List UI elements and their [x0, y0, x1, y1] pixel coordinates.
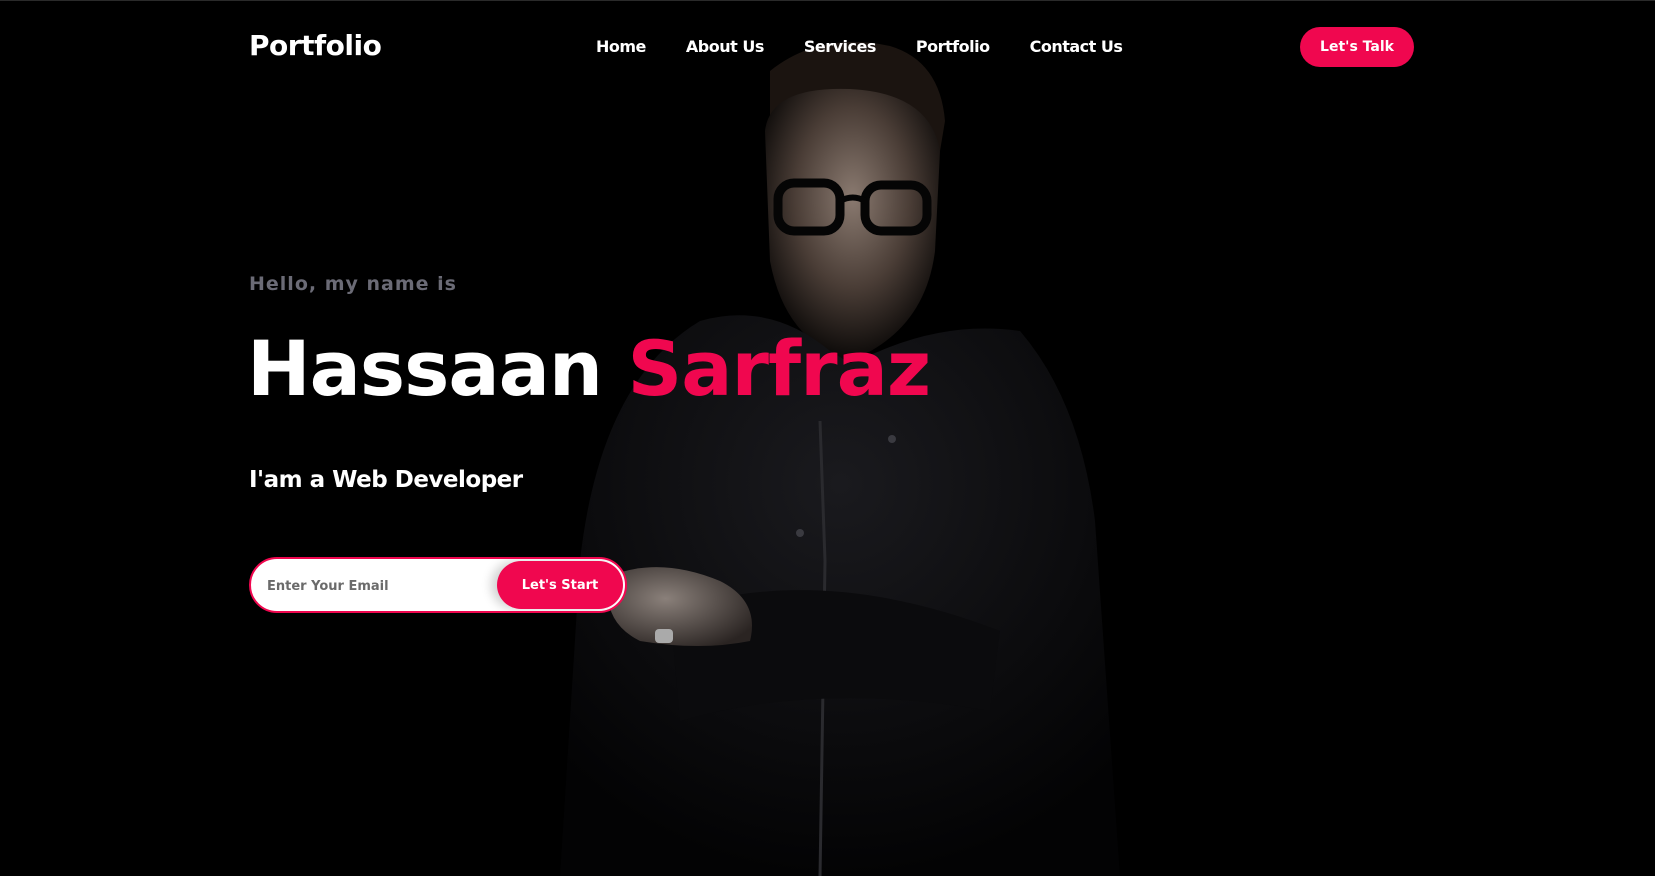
page: Portfolio Home About Us Services Portfol…: [0, 0, 1655, 876]
email-signup-form: Let's Start: [249, 557, 627, 613]
nav-item-about-us[interactable]: About Us: [686, 37, 764, 56]
lets-start-button[interactable]: Let's Start: [497, 561, 623, 609]
main-nav: Home About Us Services Portfolio Contact…: [596, 37, 1162, 56]
hero-portrait-image: [560, 41, 1120, 876]
hero-first-name: Hassaan: [247, 324, 603, 413]
nav-item-home[interactable]: Home: [596, 37, 646, 56]
hero-greeting: Hello, my name is: [249, 273, 457, 295]
nav-item-portfolio[interactable]: Portfolio: [916, 37, 990, 56]
lets-talk-button[interactable]: Let's Talk: [1300, 27, 1414, 67]
hero-last-name: Sarfraz: [627, 324, 932, 413]
hero-role: I'am a Web Developer: [249, 467, 523, 493]
hero-name: Hassaan Sarfraz: [247, 331, 931, 407]
nav-item-contact-us[interactable]: Contact Us: [1030, 37, 1123, 56]
site-logo[interactable]: Portfolio: [249, 29, 382, 62]
nav-item-services[interactable]: Services: [804, 37, 877, 56]
email-input[interactable]: [265, 559, 509, 611]
